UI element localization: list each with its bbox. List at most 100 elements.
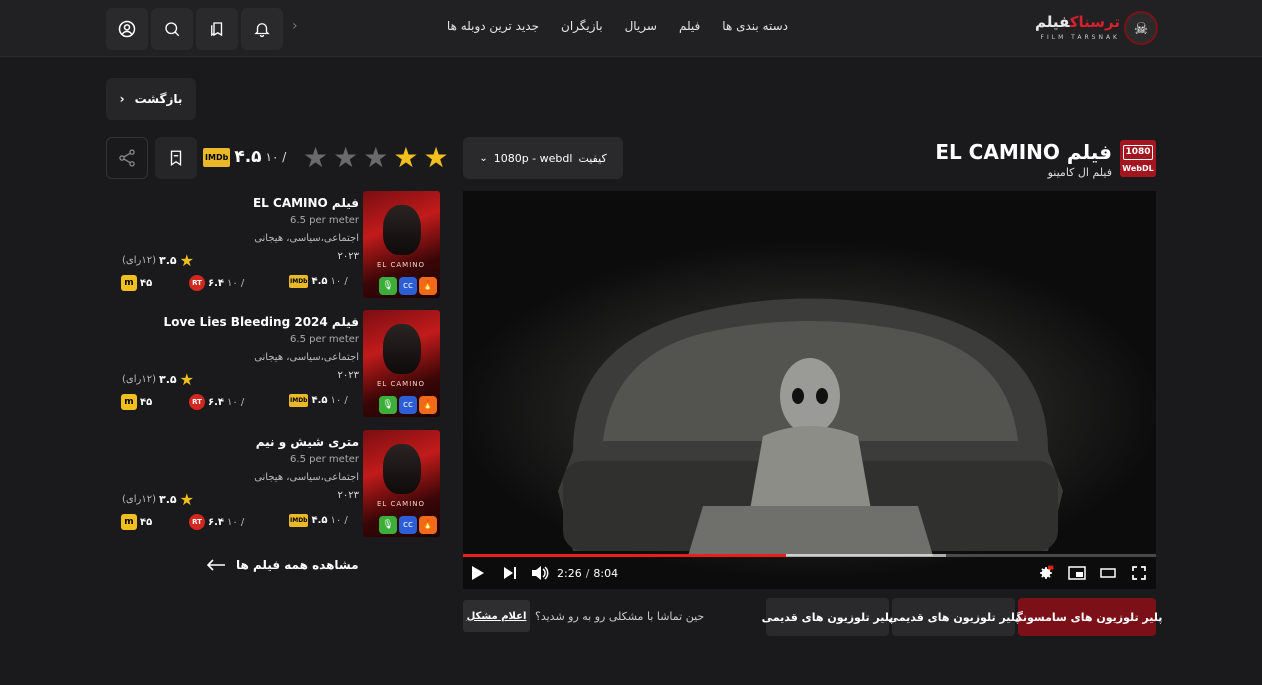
metacritic-icon: m (121, 275, 137, 291)
badge-source: WebDL (1122, 164, 1154, 173)
share-button[interactable] (106, 137, 148, 179)
fullscreen-icon (1132, 566, 1146, 580)
movie-poster[interactable]: EL CAMINO 🎙 cc 🔥 (363, 310, 440, 417)
card-imdb: IMDb ۴.۵ ۱۰ / (289, 394, 348, 407)
card-title[interactable]: متری شیش و نیم (256, 435, 359, 449)
card-year: ۲۰۲۳ (337, 251, 359, 262)
poster-figure (383, 205, 421, 255)
list-item[interactable]: EL CAMINO 🎙 cc 🔥 فیلم Love Lies Bleeding… (106, 310, 440, 417)
quality-label: کیفیت (578, 151, 607, 165)
card-imdb-value: ۴.۵ (311, 515, 328, 526)
played-bar (463, 554, 786, 557)
dubbed-icon: 🎙 (379, 396, 397, 414)
dubbed-icon: 🎙 (379, 277, 397, 295)
card-imdb: IMDb ۴.۵ ۱۰ / (289, 514, 348, 527)
card-year: ۲۰۲۳ (337, 370, 359, 381)
nav-actors[interactable]: بازیگران (561, 19, 603, 33)
gear-icon (1040, 565, 1054, 579)
quality-select[interactable]: کیفیت 1080p - webdl ⌄ (463, 137, 623, 179)
video-player[interactable]: 2:26 / 8:04 (463, 191, 1156, 589)
tomato-icon: RT (189, 514, 205, 530)
card-metacritic: m ۴۵ (121, 514, 152, 530)
list-item[interactable]: EL CAMINO 🎙 cc 🔥 فیلم EL CAMINO 6.5 per … (106, 191, 440, 298)
tomato-icon: RT (189, 394, 205, 410)
subtitle-icon: cc (399, 396, 417, 414)
volume-button[interactable] (531, 565, 549, 581)
report-problem-button[interactable]: اعلام مشکل (463, 600, 530, 632)
card-imdb: IMDb ۴.۵ ۱۰ / (289, 275, 348, 288)
account-button[interactable] (106, 8, 148, 50)
nav-series[interactable]: سریال (625, 19, 657, 33)
notification-button[interactable] (241, 8, 283, 50)
old-tv-player-button[interactable]: پلیر تلوزیون های قدیمی (888, 598, 1019, 636)
volume-icon (532, 566, 549, 580)
view-all-movies-link[interactable]: مشاهده همه فیلم ها (206, 558, 359, 572)
logo-subtext: FILM TARSNAK (1040, 34, 1120, 41)
next-button[interactable] (503, 565, 517, 581)
view-all-label: مشاهده همه فیلم ها (236, 558, 359, 572)
back-button[interactable]: › بازگشت (106, 78, 196, 120)
search-button[interactable] (151, 8, 193, 50)
progress-bar[interactable] (463, 554, 1156, 557)
miniplayer-icon (1068, 566, 1086, 580)
logo-text: ترسناکفیلم (1034, 13, 1120, 31)
movie-poster[interactable]: EL CAMINO 🎙 cc 🔥 (363, 430, 440, 537)
skip-next-icon (504, 567, 516, 579)
share-icon (119, 149, 135, 167)
nav-movies[interactable]: فیلم (679, 19, 700, 33)
video-scene-image (558, 298, 1063, 556)
chevron-right-icon: › (119, 92, 125, 106)
nav-new-dubs[interactable]: جدید ترین دوبله ها (447, 19, 539, 33)
imdb-logo-icon: IMDb (289, 275, 309, 288)
card-imdb-value: ۴.۵ (311, 395, 328, 406)
settings-button[interactable] (1038, 565, 1054, 581)
bookmark-button[interactable] (155, 137, 197, 179)
card-title[interactable]: فیلم EL CAMINO (253, 196, 359, 210)
card-year: ۲۰۲۳ (337, 490, 359, 501)
miniplayer-button[interactable] (1068, 565, 1086, 581)
card-metacritic: m ۴۵ (121, 275, 152, 291)
bell-icon (254, 23, 270, 38)
theater-button[interactable] (1100, 565, 1116, 581)
card-imdb-scale: ۱۰ / (330, 515, 348, 526)
play-button[interactable] (471, 565, 485, 581)
badge-resolution: 1080 (1123, 145, 1153, 160)
samsung-player-button[interactable]: پلیر تلوزیون های سامسونگ (1012, 598, 1162, 636)
site-logo[interactable]: ☠ ترسناکفیلم FILM TARSNAK (1035, 9, 1158, 47)
user-icon (118, 20, 136, 38)
card-title[interactable]: فیلم Love Lies Bleeding 2024 (164, 315, 359, 329)
fullscreen-button[interactable] (1132, 565, 1146, 581)
card-imdb-scale: ۱۰ / (330, 276, 348, 287)
theater-mode-icon (1100, 568, 1116, 578)
star-icon[interactable]: ★ (393, 144, 418, 172)
quality-value: 1080p - webdl (493, 151, 573, 165)
page-title: فیلم EL CAMINO (935, 140, 1112, 164)
watchlist-button[interactable] (196, 8, 238, 50)
star-icon[interactable]: ★ (363, 144, 388, 172)
card-price: 6.5 per meter (290, 454, 359, 465)
star-icon[interactable]: ★ (303, 144, 328, 172)
poster-title: EL CAMINO (376, 500, 426, 508)
movie-poster[interactable]: EL CAMINO 🎙 cc 🔥 (363, 191, 440, 298)
search-icon (165, 22, 180, 37)
back-label: بازگشت (134, 92, 183, 106)
play-icon (472, 566, 484, 580)
chevron-left-icon[interactable]: › (292, 18, 298, 34)
top-bar: ☠ ترسناکفیلم FILM TARSNAK دسته بندی ها ف… (0, 0, 1262, 57)
time-display: 2:26 / 8:04 (557, 566, 619, 580)
star-icon[interactable]: ★ (333, 144, 358, 172)
nav-categories[interactable]: دسته بندی ها (722, 19, 788, 33)
card-rt: RT ۶.۴ ۱۰ / (189, 394, 244, 410)
list-item[interactable]: EL CAMINO 🎙 cc 🔥 متری شیش و نیم 6.5 per … (106, 430, 440, 537)
old-tv-player-button-2[interactable]: پلیر تلوزیون های قدیمی (762, 598, 893, 636)
star-icon[interactable]: ★ (423, 144, 448, 172)
card-votes: (۱۲رای) (122, 255, 156, 266)
subtitle-icon: cc (399, 516, 417, 534)
user-rating-stars[interactable]: ★ ★ ★ ★ ★ (303, 144, 449, 172)
card-genre: اجتماعی،سیاسی، هیجانی (254, 233, 359, 244)
quality-badge: 1080 WebDL (1120, 140, 1156, 177)
star-icon: ★ (179, 370, 194, 389)
subtitle-icon: cc (399, 277, 417, 295)
card-votes: (۱۲رای) (122, 494, 156, 505)
tomato-icon: RT (189, 275, 205, 291)
